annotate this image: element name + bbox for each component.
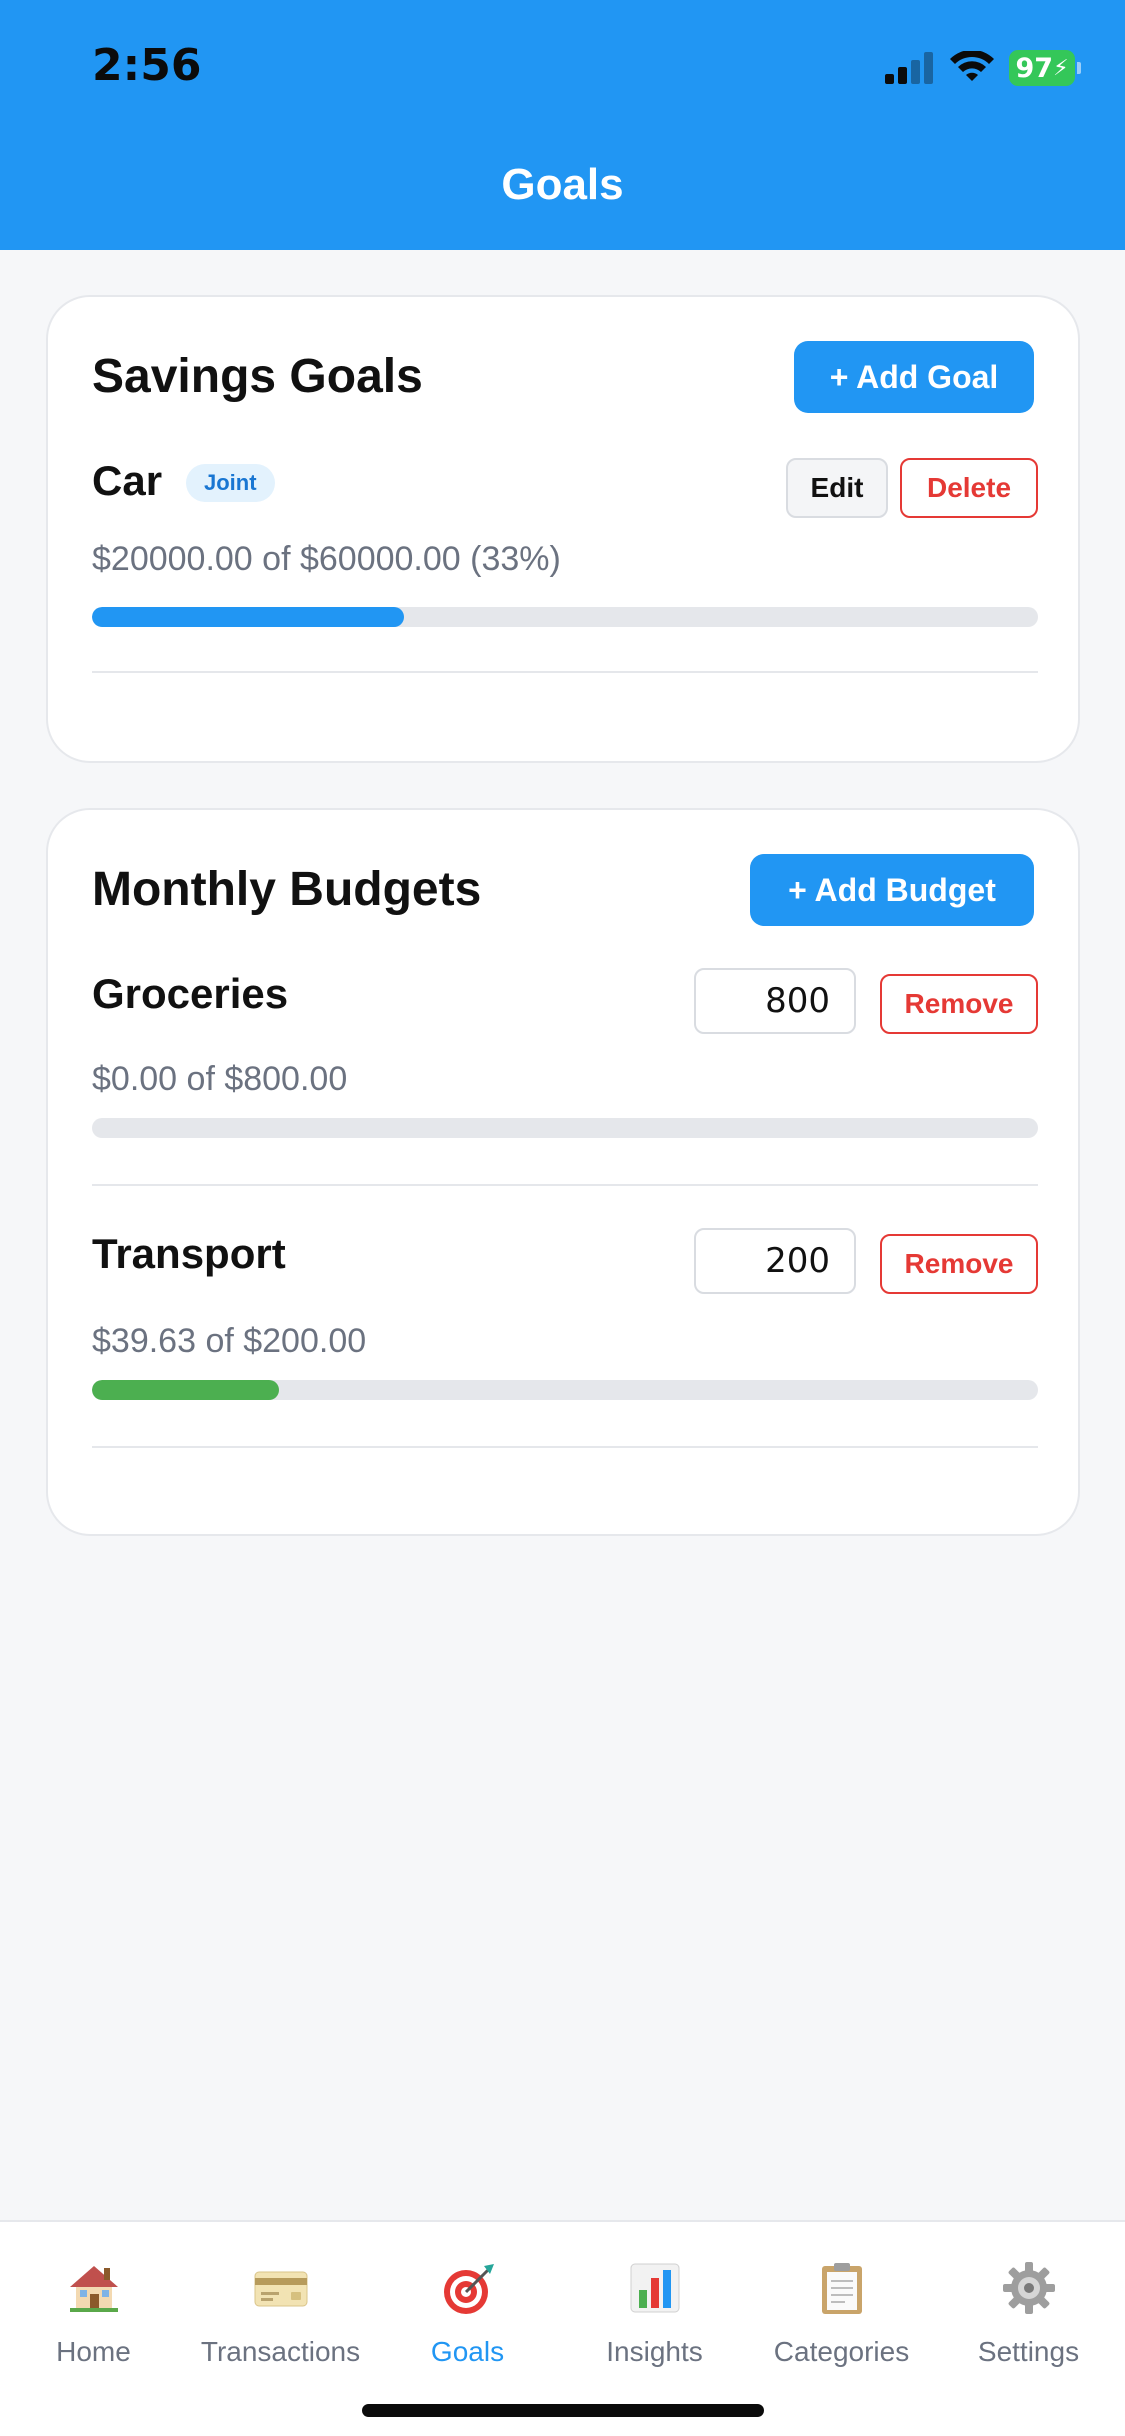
goal-divider — [92, 671, 1038, 673]
tab-categories[interactable]: Categories — [748, 2222, 935, 2392]
bar-chart-icon — [630, 2263, 679, 2313]
budget-name: Transport — [92, 1230, 286, 1277]
tab-label: Transactions — [200, 2336, 361, 2367]
status-icons: 97 ⚡ — [885, 48, 1081, 88]
savings-goals-title: Savings Goals — [92, 350, 423, 403]
savings-goals-card: Savings Goals + Add Goal Car Joint Edit … — [46, 295, 1080, 763]
target-icon — [443, 2264, 494, 2314]
status-time: 2:56 — [92, 40, 202, 91]
goal-progress-fill — [92, 607, 405, 627]
budget-progress-text: $0.00 of $800.00 — [92, 1060, 348, 1098]
budget-progress-bar — [92, 1380, 1038, 1400]
budget-progress-fill — [92, 1380, 280, 1400]
goal-name: Car — [92, 457, 163, 504]
goal-progress-bar — [92, 607, 1038, 627]
cellular-signal-icon — [885, 52, 933, 84]
tab-insights[interactable]: Insights — [561, 2222, 748, 2392]
budget-name: Groceries — [92, 970, 289, 1017]
joint-badge: Joint — [186, 464, 275, 502]
house-icon — [69, 2266, 118, 2312]
remove-budget-button[interactable]: Remove — [880, 1234, 1038, 1294]
battery-level: 97 — [1015, 52, 1054, 84]
edit-goal-button[interactable]: Edit — [786, 458, 888, 518]
add-goal-button[interactable]: + Add Goal — [794, 341, 1034, 413]
credit-card-icon — [254, 2271, 307, 2307]
tab-label: Insights — [606, 2336, 703, 2367]
tab-goals[interactable]: Goals — [374, 2222, 561, 2392]
budget-progress-text: $39.63 of $200.00 — [92, 1322, 367, 1360]
budget-progress-bar — [92, 1118, 1038, 1138]
delete-goal-button[interactable]: Delete — [900, 458, 1038, 518]
page-title: Goals — [501, 160, 624, 209]
tab-label: Settings — [977, 2336, 1080, 2367]
battery-icon: 97 ⚡ — [1009, 50, 1081, 86]
monthly-budgets-title: Monthly Budgets — [92, 863, 482, 916]
wifi-icon — [950, 51, 994, 81]
app-header: 2:56 97 ⚡ Goals — [0, 0, 1125, 250]
clipboard-icon — [821, 2263, 862, 2314]
gear-icon — [1002, 2262, 1055, 2314]
tab-home[interactable]: Home — [0, 2222, 187, 2392]
budget-amount-input[interactable] — [694, 968, 856, 1034]
goal-progress-text: $20000.00 of $60000.00 (33%) — [92, 540, 561, 578]
budget-divider — [92, 1446, 1038, 1448]
tab-transactions[interactable]: Transactions — [187, 2222, 374, 2392]
monthly-budgets-card: Monthly Budgets + Add Budget Groceries R… — [46, 808, 1080, 1536]
remove-budget-button[interactable]: Remove — [880, 974, 1038, 1034]
add-budget-button[interactable]: + Add Budget — [750, 854, 1034, 926]
home-indicator — [362, 2404, 764, 2417]
tab-label: Goals — [430, 2336, 505, 2367]
tab-settings[interactable]: Settings — [935, 2222, 1122, 2392]
budget-amount-input[interactable] — [694, 1228, 856, 1294]
tab-label: Categories — [773, 2336, 910, 2367]
tab-label: Home — [56, 2336, 131, 2367]
budget-divider — [92, 1184, 1038, 1186]
